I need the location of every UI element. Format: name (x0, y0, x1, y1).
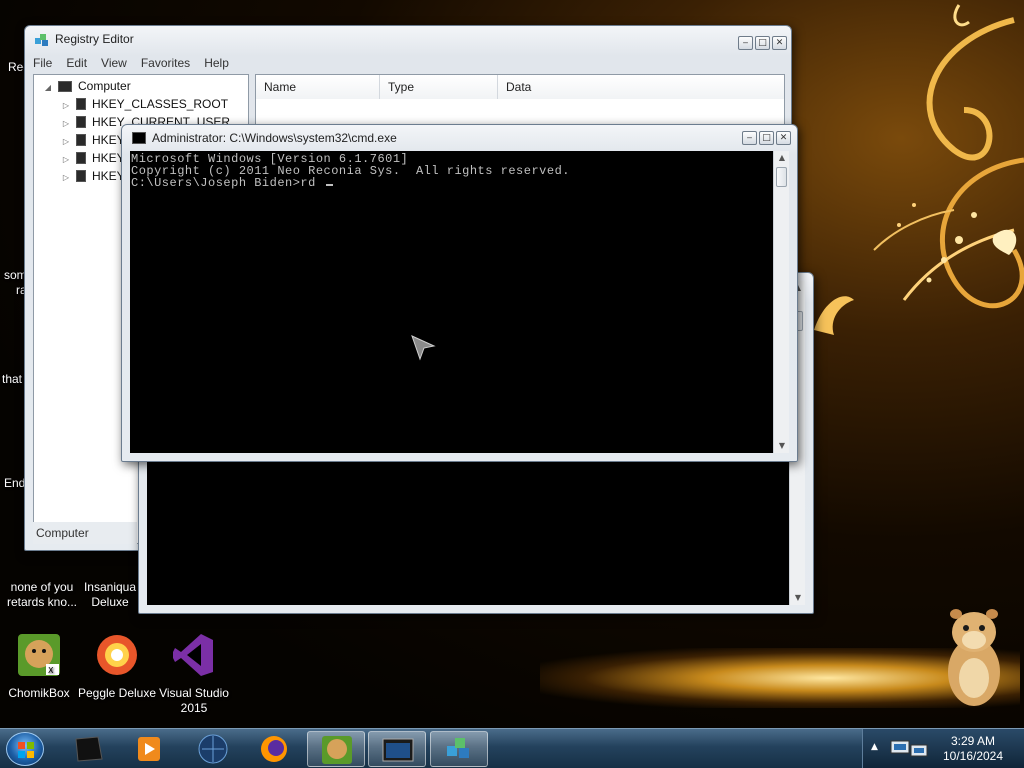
chomikbox-icon (322, 736, 352, 764)
expand-arrow-icon[interactable]: ▷ (60, 169, 72, 187)
computer-icon (58, 81, 72, 92)
maximize-button[interactable]: □ (759, 131, 774, 145)
menu-help[interactable]: Help (204, 56, 229, 70)
visual-studio-icon (173, 634, 213, 676)
cmd-window-icon (382, 738, 414, 762)
media-player-icon (138, 737, 160, 761)
folder-icon (76, 152, 86, 164)
desktop-icon-visual-studio[interactable]: Visual Studio 2015 (152, 632, 236, 716)
taskbar-item-cmd-window[interactable] (368, 731, 426, 767)
desktop-icon-chomikbox[interactable]: X ChomikBox (0, 632, 81, 701)
window-title: Administrator: C:\Windows\system32\cmd.e… (152, 131, 397, 145)
column-header-data[interactable]: Data (498, 75, 784, 99)
tree-item-computer[interactable]: ◢ Computer (42, 77, 131, 95)
desktop-label-end[interactable]: End (4, 476, 25, 490)
taskbar-item-chomikbox[interactable] (307, 731, 365, 767)
menu-edit[interactable]: Edit (66, 56, 87, 70)
tree-item-hkcr[interactable]: ▷ HKEY_CLASSES_ROOT (60, 95, 228, 113)
column-header-name[interactable]: Name (256, 75, 380, 99)
minimize-button[interactable]: ‒ (742, 131, 757, 145)
hamster-icon (948, 609, 1000, 706)
taskbar-item-cmd[interactable] (60, 731, 118, 767)
console-output[interactable]: Microsoft Windows [Version 6.1.7601] Cop… (130, 151, 773, 453)
mouse-pointer-icon (411, 335, 436, 361)
vertical-scrollbar[interactable]: ▲ ▼ (773, 151, 789, 453)
column-header-type[interactable]: Type (380, 75, 498, 99)
windows-logo-icon (18, 742, 34, 758)
console-prompt-line[interactable]: C:\Users\Joseph Biden>rd (131, 177, 772, 189)
cmd-window[interactable]: Administrator: C:\Windows\system32\cmd.e… (121, 124, 798, 462)
start-button[interactable] (6, 732, 44, 766)
minimize-button[interactable]: ‒ (738, 36, 753, 50)
close-button[interactable]: ✕ (772, 36, 787, 50)
peggle-icon (97, 635, 137, 675)
menu-view[interactable]: View (101, 56, 127, 70)
regedit-icon (447, 738, 469, 758)
text-cursor (325, 184, 333, 186)
clock[interactable]: 3:29 AM 10/16/2024 (940, 734, 1006, 764)
scroll-thumb[interactable] (776, 167, 787, 187)
scroll-up-arrow-icon[interactable]: ▲ (774, 151, 790, 165)
clock-date: 10/16/2024 (942, 749, 1004, 763)
close-button[interactable]: ✕ (776, 131, 791, 145)
folder-icon (76, 170, 86, 182)
scroll-down-arrow-icon[interactable]: ▼ (790, 591, 806, 605)
desktop-icon-label: Visual Studio 2015 (159, 686, 229, 715)
status-bar: Computer (33, 522, 137, 544)
title-bar[interactable]: Administrator: C:\Windows\system32\cmd.e… (122, 125, 797, 151)
cmd-icon (132, 132, 146, 144)
firefox-icon (261, 736, 287, 762)
maximize-button[interactable]: □ (755, 36, 770, 50)
taskbar: ▲ 3:29 AM 10/16/2024 (0, 728, 1024, 768)
chomikbox-icon: X (18, 634, 60, 676)
folder-icon (76, 98, 86, 110)
taskbar-item-regedit[interactable] (430, 731, 488, 767)
menu-favorites[interactable]: Favorites (141, 56, 190, 70)
desktop-icon-peggle[interactable]: Peggle Deluxe (75, 632, 159, 701)
clock-time: 3:29 AM (950, 734, 996, 748)
desktop-icon-label: ChomikBox (8, 686, 70, 700)
collapse-arrow-icon[interactable]: ◢ (42, 79, 54, 97)
window-title: Registry Editor (55, 32, 134, 46)
tree-item-label: HKEY_CLASSES_ROOT (92, 97, 229, 111)
show-hidden-icons-icon[interactable]: ▲ (871, 742, 878, 752)
folder-icon (76, 116, 86, 128)
menu-file[interactable]: File (33, 56, 52, 70)
tree-item-label: Computer (78, 79, 131, 93)
desktop-icon-label: Peggle Deluxe (77, 686, 157, 700)
wallpaper-swirl (814, 4, 1024, 335)
globe-icon (198, 734, 228, 764)
folder-icon (76, 134, 86, 146)
menu-bar: File Edit View Favorites Help (33, 56, 229, 70)
scroll-down-arrow-icon[interactable]: ▼ (774, 439, 790, 453)
regedit-icon (35, 34, 48, 46)
desktop-label-that[interactable]: that (2, 372, 22, 386)
taskbar-item-media-player[interactable] (120, 731, 178, 767)
taskbar-item-firefox[interactable] (245, 731, 303, 767)
console-prompt: C:\Users\Joseph Biden>rd (131, 176, 324, 190)
title-bar[interactable]: Registry Editor ‒ □ ✕ (25, 26, 791, 52)
cmd-black-icon (75, 736, 103, 762)
taskbar-item-globe[interactable] (184, 731, 242, 767)
network-icon[interactable] (887, 735, 931, 763)
svg-text:X: X (48, 666, 54, 675)
